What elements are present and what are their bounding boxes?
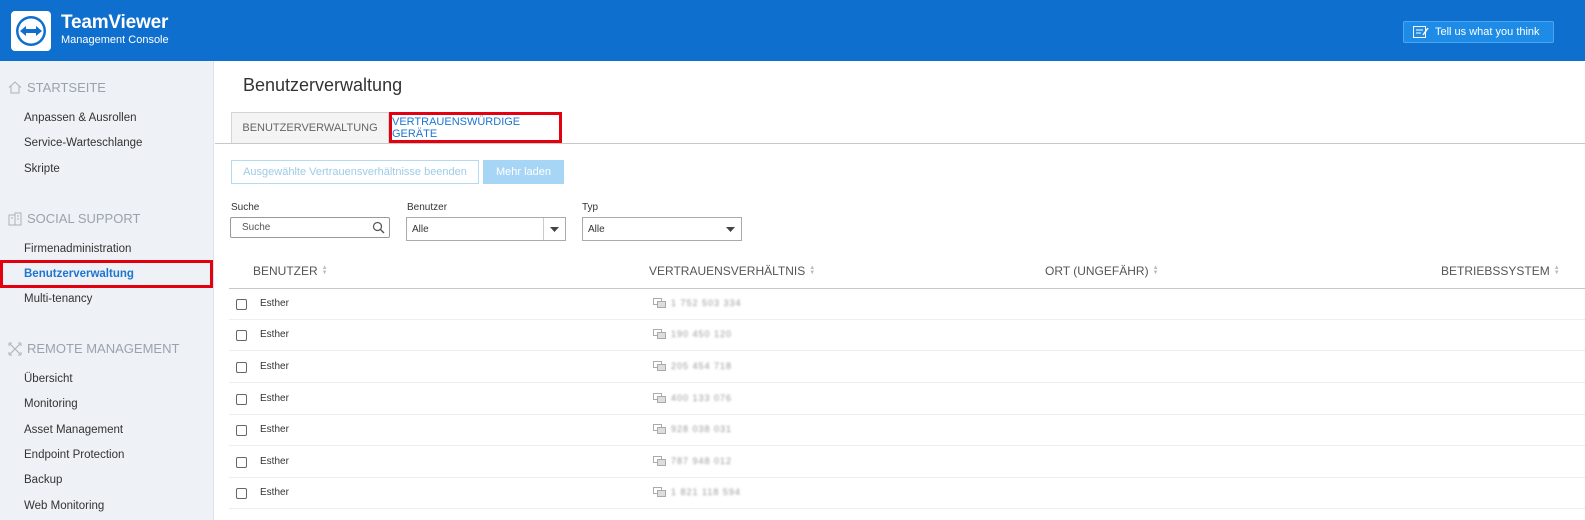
tab-vertrauenswuerdige-geraete[interactable]: VERTRAUENSWÜRDIGE GERÄTE [389, 112, 562, 143]
row-trust: 787 948 012 [671, 456, 733, 466]
tab-benutzerverwaltung[interactable]: BENUTZERVERWALTUNG [231, 112, 389, 143]
section-startseite[interactable]: STARTSEITE [8, 80, 106, 95]
row-user: Esther [260, 361, 289, 372]
page-title: Benutzerverwaltung [243, 75, 403, 95]
row-checkbox[interactable] [236, 457, 247, 468]
feedback-button[interactable]: Tell us what you think [1403, 21, 1554, 43]
section-title: REMOTE MANAGEMENT [27, 341, 180, 356]
type-filter-label: Typ [582, 202, 599, 213]
row-checkbox[interactable] [236, 488, 247, 499]
column-header-benutzer[interactable]: BENUTZER ▲ ▼ [253, 264, 328, 278]
device-icon [653, 298, 666, 308]
sort-icon: ▲ ▼ [1152, 265, 1159, 276]
table-row[interactable]: Esther 1 821 118 594 [229, 478, 1585, 509]
sidebar-item-asset-management[interactable]: Asset Management [24, 424, 123, 436]
teamviewer-logo-icon[interactable] [11, 11, 51, 51]
search-label: Suche [231, 202, 260, 213]
row-trust: 1 752 503 334 [671, 298, 742, 308]
sidebar-item-firmenadministration[interactable]: Firmenadministration [24, 243, 131, 255]
row-trust: 205 454 718 [671, 361, 733, 371]
column-label: BENUTZER [253, 264, 318, 278]
device-icon [653, 456, 666, 466]
sidebar-item-backup[interactable]: Backup [24, 474, 62, 486]
row-trust: 928 038 031 [671, 424, 733, 434]
brand-name: TeamViewer [61, 12, 169, 33]
column-header-ort[interactable]: ORT (UNGEFÄHR) ▲ ▼ [1045, 264, 1159, 278]
device-icon [653, 329, 666, 339]
end-trust-button[interactable]: Ausgewählte Vertrauensverhältnisse beend… [231, 160, 479, 184]
brand: TeamViewer Management Console [61, 13, 169, 47]
row-checkbox[interactable] [236, 425, 247, 436]
app-header: TeamViewer Management Console Tell us wh… [0, 0, 1585, 61]
search-input[interactable] [231, 218, 361, 237]
column-header-vertrauensverhaeltnis[interactable]: VERTRAUENSVERHÄLTNIS ▲ ▼ [649, 264, 815, 278]
sidebar-item-web-monitoring[interactable]: Web Monitoring [24, 500, 104, 512]
sort-icon: ▲ ▼ [1553, 265, 1560, 276]
device-icon [653, 393, 666, 403]
row-user: Esther [260, 424, 289, 435]
row-user: Esther [260, 329, 289, 340]
search-icon[interactable] [372, 221, 385, 234]
row-user: Esther [260, 456, 289, 467]
sidebar-item-endpoint-protection[interactable]: Endpoint Protection [24, 449, 124, 461]
row-user: Esther [260, 298, 289, 309]
sort-icon: ▲ ▼ [809, 265, 816, 276]
type-filter-select[interactable]: Alle [582, 217, 742, 241]
sidebar-item-benutzerverwaltung[interactable]: Benutzerverwaltung [0, 260, 213, 288]
sidebar-item-skripte[interactable]: Skripte [24, 163, 60, 175]
device-icon [653, 487, 666, 497]
table-row[interactable]: Esther 400 133 076 [229, 384, 1585, 415]
sidebar: STARTSEITE Anpassen & Ausrollen Service-… [0, 61, 214, 520]
section-social-support[interactable]: SOCIAL SUPPORT [8, 211, 140, 226]
table-row[interactable]: Esther 205 454 718 [229, 352, 1585, 383]
table-row[interactable]: Esther 928 038 031 [229, 415, 1585, 446]
feedback-icon [1413, 26, 1429, 38]
chevron-down-icon[interactable] [543, 218, 565, 240]
brand-subtitle: Management Console [61, 34, 169, 46]
arrows-icon [8, 342, 22, 355]
table-row[interactable]: Esther 1 752 503 334 [229, 289, 1585, 320]
column-label: ORT (UNGEFÄHR) [1045, 264, 1149, 278]
chevron-down-icon[interactable] [719, 218, 741, 240]
row-trust: 400 133 076 [671, 393, 733, 403]
tab-label: BENUTZERVERWALTUNG [242, 122, 378, 134]
row-checkbox[interactable] [236, 394, 247, 405]
table-row[interactable]: Esther 190 450 120 [229, 320, 1585, 351]
sort-icon: ▲ ▼ [321, 265, 328, 276]
row-user: Esther [260, 487, 289, 498]
sidebar-item-monitoring[interactable]: Monitoring [24, 398, 78, 410]
column-header-betriebssystem[interactable]: BETRIEBSSYSTEM ▲ ▼ [1441, 264, 1560, 278]
device-icon [653, 361, 666, 371]
row-user: Esther [260, 393, 289, 404]
row-checkbox[interactable] [236, 299, 247, 310]
user-filter-value: Alle [412, 223, 429, 235]
row-checkbox[interactable] [236, 362, 247, 373]
sidebar-item-anpassen[interactable]: Anpassen & Ausrollen [24, 112, 137, 124]
row-trust: 190 450 120 [671, 329, 733, 339]
sidebar-item-multi-tenancy[interactable]: Multi-tenancy [24, 293, 92, 305]
sidebar-item-label: Benutzerverwaltung [24, 268, 134, 280]
feedback-label: Tell us what you think [1435, 26, 1540, 38]
device-icon [653, 424, 666, 434]
section-remote-management[interactable]: REMOTE MANAGEMENT [8, 341, 179, 356]
sidebar-item-service-warteschlange[interactable]: Service-Warteschlange [24, 137, 142, 149]
tab-divider [215, 143, 1585, 144]
table-row[interactable]: Esther 787 948 012 [229, 447, 1585, 478]
sidebar-item-uebersicht[interactable]: Übersicht [24, 373, 73, 385]
column-label: VERTRAUENSVERHÄLTNIS [649, 264, 806, 278]
search-field[interactable] [230, 217, 390, 238]
home-icon [8, 81, 22, 94]
tab-label: VERTRAUENSWÜRDIGE GERÄTE [392, 115, 521, 140]
row-checkbox[interactable] [236, 330, 247, 341]
type-filter-value: Alle [588, 223, 605, 235]
section-title: STARTSEITE [27, 80, 106, 95]
column-label: BETRIEBSSYSTEM [1441, 264, 1550, 278]
load-more-button[interactable]: Mehr laden [483, 160, 564, 184]
user-filter-label: Benutzer [407, 202, 448, 213]
row-trust: 1 821 118 594 [671, 487, 741, 497]
section-title: SOCIAL SUPPORT [27, 211, 141, 226]
user-filter-select[interactable]: Alle [406, 217, 566, 241]
building-icon [8, 212, 22, 225]
